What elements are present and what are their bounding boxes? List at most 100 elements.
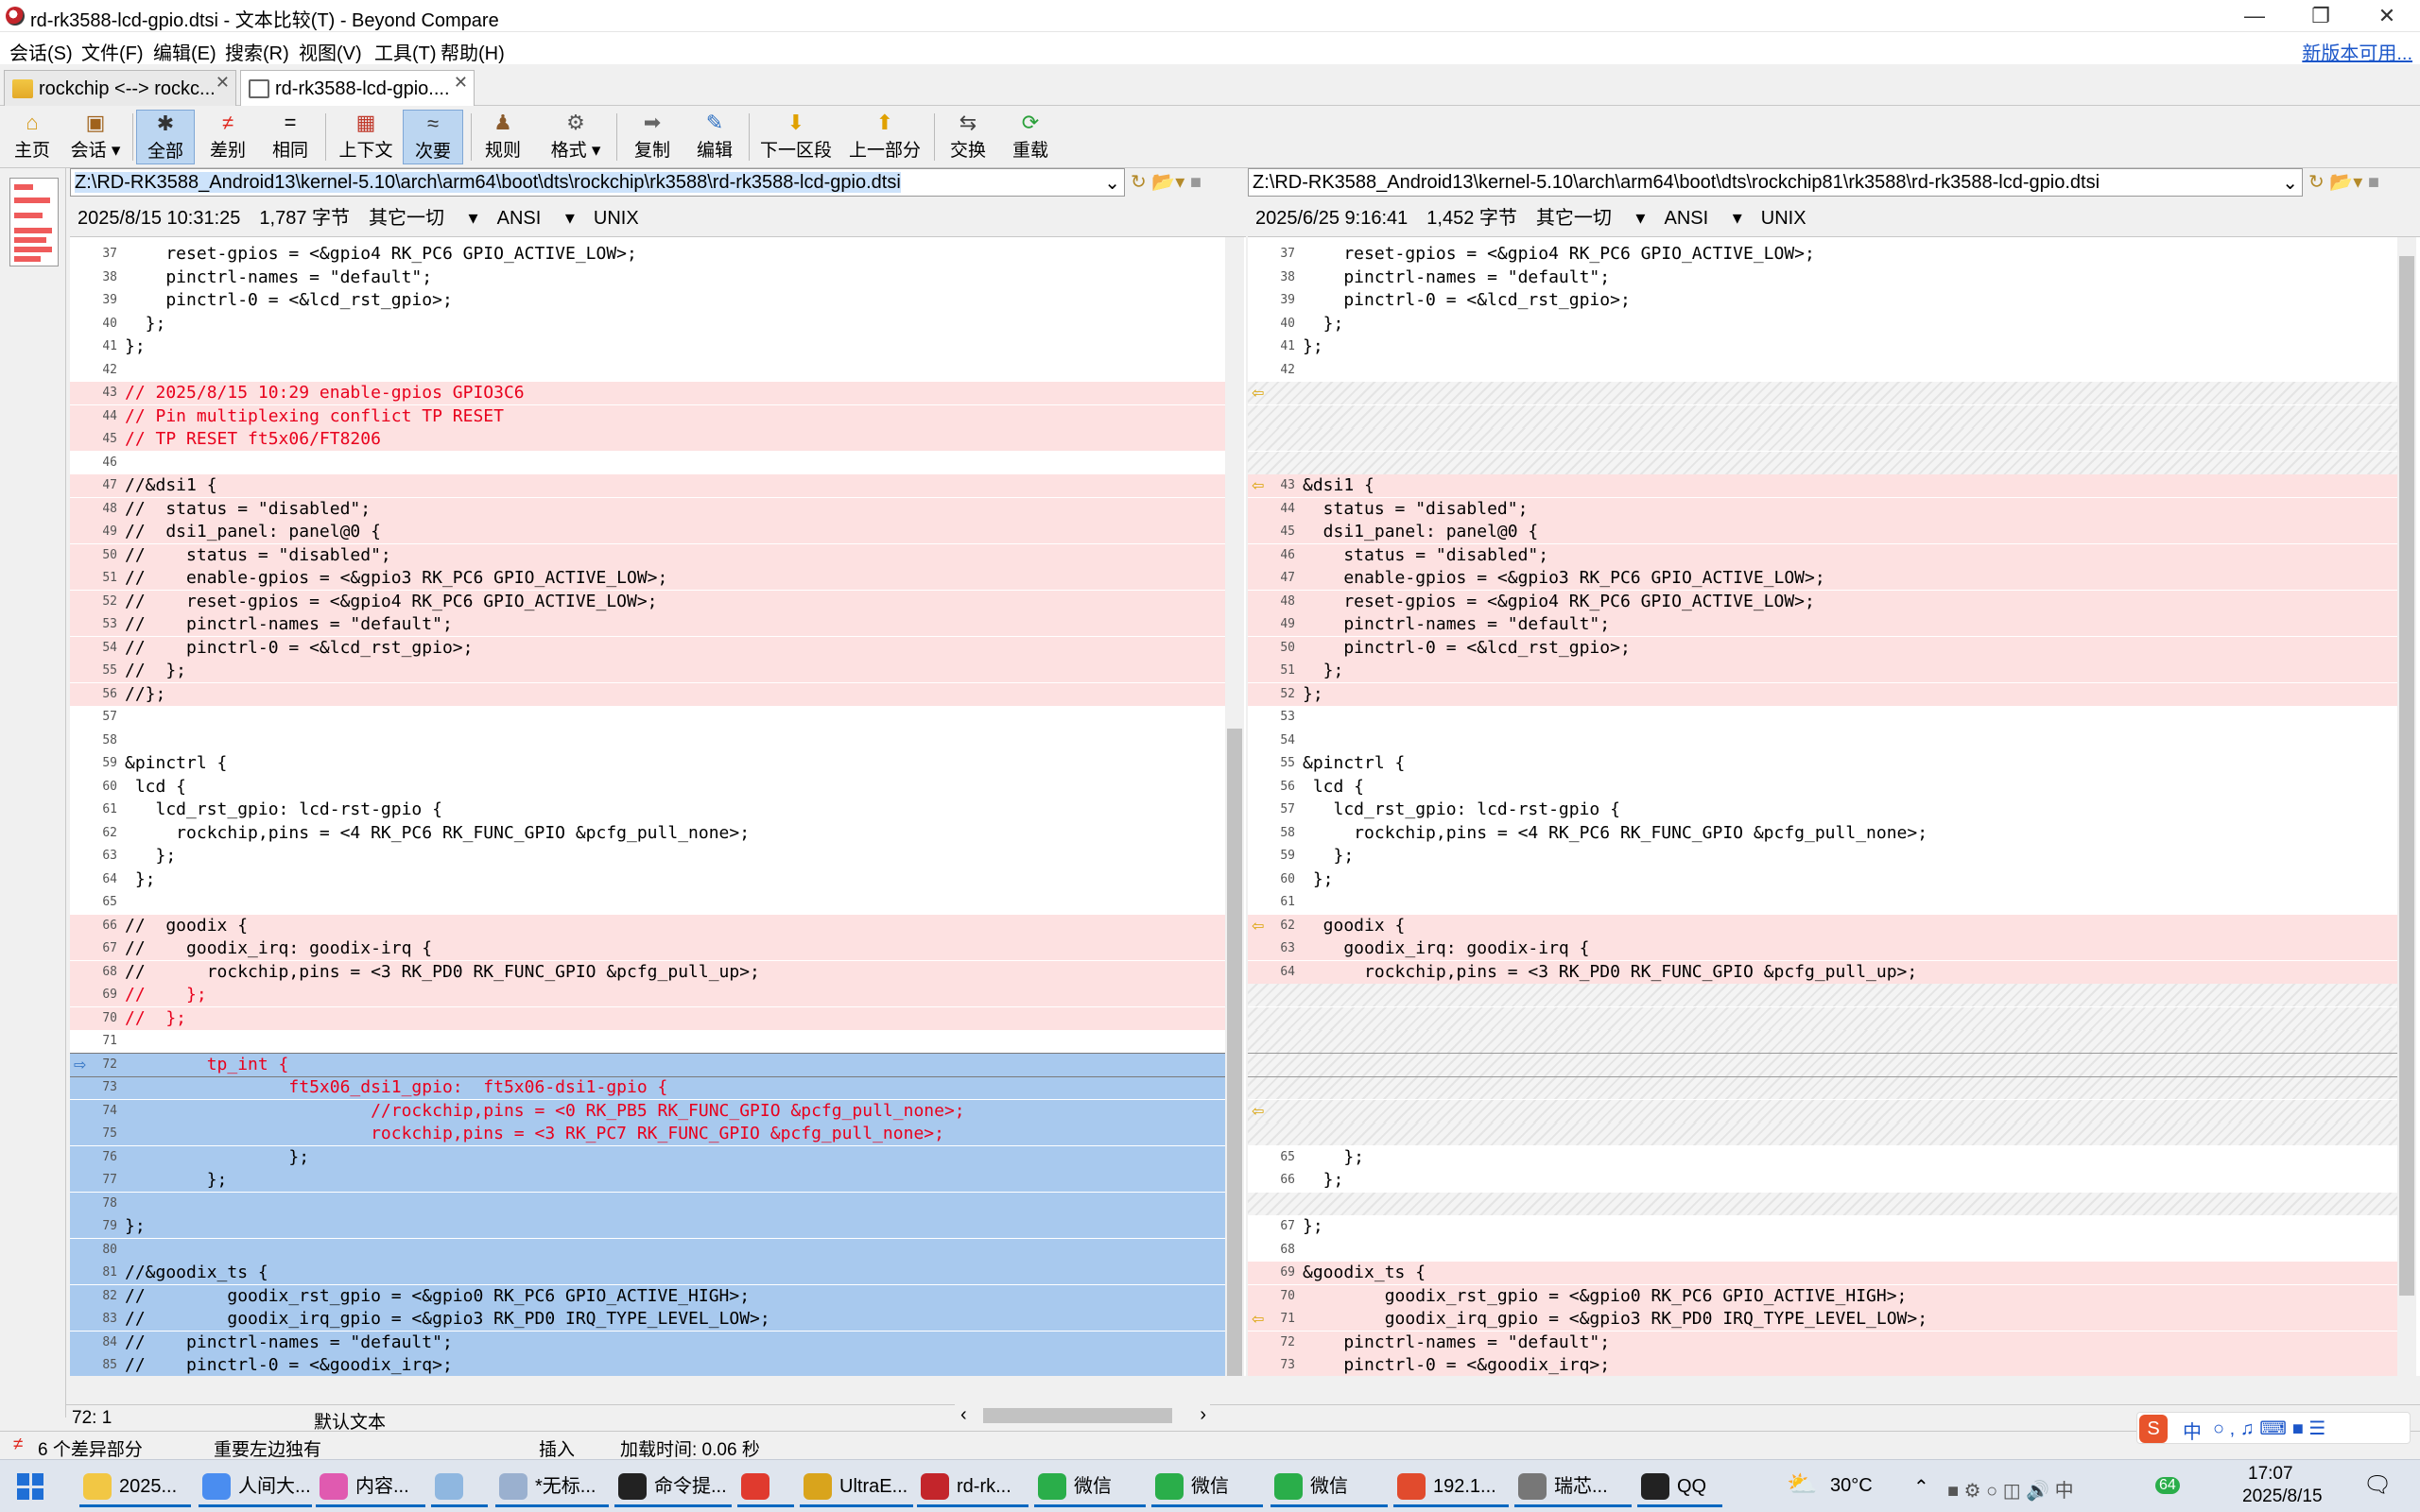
format-button[interactable]: ⚙ 格式 ▾ (541, 110, 611, 164)
home-button[interactable]: ⌂ 主页 (8, 110, 57, 164)
copy-to-left-arrow-icon[interactable]: ⇦ (1252, 1310, 1264, 1329)
code-line[interactable]: 85 // pinctrl-0 = <&goodix_irq>; (70, 1354, 1225, 1376)
code-line[interactable]: 57 lcd_rst_gpio: lcd-rst-gpio { (1248, 799, 2397, 821)
code-line[interactable]: 43 &dsi1 { (1248, 474, 2397, 497)
code-line[interactable] (1248, 1030, 2397, 1053)
code-line[interactable]: 65 (70, 891, 1225, 914)
menu-tools[interactable]: 工具(T) (374, 38, 437, 65)
code-line[interactable]: 67 // goodix_irq: goodix-irq { (70, 937, 1225, 960)
overview-strip[interactable] (0, 168, 66, 1418)
taskbar-app-button[interactable]: 人间大... (199, 1466, 312, 1507)
scroll-right-icon[interactable]: › (1200, 1404, 1206, 1426)
taskbar-app-button[interactable]: UltraE... (800, 1466, 913, 1507)
copy-to-left-arrow-icon[interactable]: ⇦ (1252, 384, 1264, 403)
code-line[interactable]: 49 // dsi1_panel: panel@0 { (70, 521, 1225, 543)
code-line[interactable]: 42 (1248, 359, 2397, 382)
taskbar-app-button[interactable]: QQ (1637, 1466, 1722, 1507)
menu-help[interactable]: 帮助(H) (441, 38, 505, 65)
code-line[interactable]: 65 }; (1248, 1146, 2397, 1169)
code-line[interactable]: 48 // status = "disabled"; (70, 497, 1225, 521)
session-button[interactable]: ▣ 会话 ▾ (62, 110, 129, 164)
show-diffs-button[interactable]: ≠ 差别 (199, 110, 257, 164)
code-line[interactable]: 73 pinctrl-0 = <&goodix_irq>; (1248, 1354, 2397, 1376)
code-line[interactable]: 81 //&goodix_ts { (70, 1262, 1225, 1284)
taskbar-app-button[interactable]: 微信 (1151, 1466, 1263, 1507)
taskbar-app-button[interactable] (737, 1466, 794, 1507)
left-text-pane[interactable]: 86//};85// pinctrl-0 = <&goodix_irq>;84/… (70, 236, 1246, 1376)
code-line[interactable]: 53 // pinctrl-names = "default"; (70, 613, 1225, 636)
code-line[interactable]: 62 rockchip,pins = <4 RK_PC6 RK_FUNC_GPI… (70, 822, 1225, 845)
context-button[interactable]: ▦ 上下文 (331, 110, 401, 164)
edit-button[interactable]: ✎ 编辑 (688, 110, 741, 164)
taskbar-app-button[interactable]: *无标... (495, 1466, 609, 1507)
code-line[interactable]: 64 }; (70, 868, 1225, 891)
code-line[interactable]: 56 lcd { (1248, 776, 2397, 799)
prev-section-button[interactable]: ⬆ 上一部分 (841, 110, 928, 164)
code-line[interactable]: 64 rockchip,pins = <3 RK_PD0 RK_FUNC_GPI… (1248, 960, 2397, 984)
code-line[interactable]: 47 enable-gpios = <&gpio3 RK_PC6 GPIO_AC… (1248, 567, 2397, 590)
code-line[interactable]: 51 }; (1248, 660, 2397, 682)
code-line[interactable] (1248, 1099, 2397, 1123)
code-line[interactable]: 79}; (70, 1215, 1225, 1238)
code-line[interactable]: 70 // }; (70, 1006, 1225, 1030)
right-vertical-scrollbar[interactable] (2397, 237, 2416, 1376)
menu-view[interactable]: 视图(V) (299, 38, 362, 65)
code-line[interactable]: 45 dsi1_panel: panel@0 { (1248, 521, 2397, 543)
code-line[interactable]: 38 pinctrl-names = "default"; (70, 266, 1225, 289)
code-line[interactable]: 56 //}; (70, 682, 1225, 706)
taskbar-app-button[interactable]: 瑞芯... (1514, 1466, 1632, 1507)
taskbar-app-button[interactable]: 2025... (79, 1466, 191, 1507)
code-line[interactable]: 50 // status = "disabled"; (70, 543, 1225, 567)
code-line[interactable]: 42 (70, 359, 1225, 382)
code-line[interactable]: 75 rockchip,pins = <3 RK_PC7 RK_FUNC_GPI… (70, 1123, 1225, 1145)
code-line[interactable]: 72 tp_int { (70, 1052, 1226, 1077)
ime-mode[interactable]: 中 (2183, 1417, 2202, 1444)
code-line[interactable]: 54 (1248, 730, 2397, 752)
swap-button[interactable]: ⇆ 交换 (942, 110, 994, 164)
code-line[interactable]: 68 // rockchip,pins = <3 RK_PD0 RK_FUNC_G… (70, 960, 1225, 984)
taskbar-app-button[interactable]: 微信 (1034, 1466, 1146, 1507)
code-line[interactable]: 55 &pinctrl { (1248, 752, 2397, 775)
restore-button[interactable]: ❐ (2288, 0, 2354, 32)
right-path-input[interactable]: Z:\RD-RK3588_Android13\kernel-5.10\arch\… (1248, 168, 2303, 197)
tray-badge[interactable]: 64 (2155, 1477, 2180, 1494)
code-line[interactable]: 60 lcd { (70, 776, 1225, 799)
code-line[interactable]: 40 }; (70, 313, 1225, 335)
tray-chevron-icon[interactable]: ⌃ (1913, 1475, 1929, 1499)
taskbar-app-button[interactable]: rd-rk... (917, 1466, 1028, 1507)
code-line[interactable]: 59 }; (1248, 845, 2397, 868)
taskbar-app-button[interactable]: 微信 (1270, 1466, 1388, 1507)
left-path-input[interactable]: Z:\RD-RK3588_Android13\kernel-5.10\arch\… (70, 168, 1125, 197)
show-all-button[interactable]: ✱ 全部 (136, 110, 195, 164)
close-tab-icon[interactable]: ✕ (216, 73, 230, 93)
code-line[interactable]: 48 reset-gpios = <&gpio4 RK_PC6 GPIO_ACT… (1248, 590, 2397, 613)
taskbar-app-button[interactable] (431, 1466, 488, 1507)
code-line[interactable]: 61 lcd_rst_gpio: lcd-rst-gpio { (70, 799, 1225, 821)
encoding-dropdown[interactable]: ANSI ▾ (497, 208, 575, 229)
code-line[interactable]: 69 &goodix_ts { (1248, 1262, 2397, 1284)
code-line[interactable]: 46 (70, 452, 1225, 474)
code-line[interactable]: 70 goodix_rst_gpio = <&gpio0 RK_PC6 GPIO… (1248, 1284, 2397, 1308)
code-line[interactable]: 52 // reset-gpios = <&gpio4 RK_PC6 GPIO_A… (70, 590, 1225, 613)
code-line[interactable]: 74 //rockchip,pins = <0 RK_PB5 RK_FUNC_G… (70, 1099, 1225, 1123)
code-line[interactable] (1248, 1052, 2398, 1077)
code-line[interactable] (1248, 1192, 2397, 1215)
code-line[interactable]: 76 }; (70, 1145, 1225, 1169)
taskbar-app-button[interactable]: 内容... (316, 1466, 425, 1507)
copy-button[interactable]: ➡ 复制 (626, 110, 679, 164)
code-line[interactable]: 72 pinctrl-names = "default"; (1248, 1331, 2397, 1354)
code-line[interactable]: 38 pinctrl-names = "default"; (1248, 266, 2397, 289)
code-line[interactable]: 47 //&dsi1 { (70, 474, 1225, 497)
copy-to-left-arrow-icon[interactable]: ⇦ (1252, 476, 1264, 495)
taskbar-app-button[interactable]: 192.1... (1393, 1466, 1509, 1507)
code-line[interactable]: 44 // Pin multiplexing conflict TP RESET (70, 404, 1225, 428)
code-line[interactable] (1248, 984, 2397, 1006)
weather-icon[interactable]: ⛅ (1787, 1469, 1817, 1499)
menu-edit[interactable]: 编辑(E) (153, 38, 216, 65)
code-line[interactable]: 84 // pinctrl-names = "default"; (70, 1331, 1225, 1354)
code-line[interactable]: 62 goodix { (1248, 914, 2397, 937)
update-available-link[interactable]: 新版本可用... (2302, 38, 2412, 65)
code-line[interactable]: 41}; (1248, 335, 2397, 358)
code-line[interactable]: 45 // TP RESET ft5x06/FT8206 (70, 428, 1225, 451)
code-line[interactable]: 66 // goodix { (70, 914, 1225, 937)
